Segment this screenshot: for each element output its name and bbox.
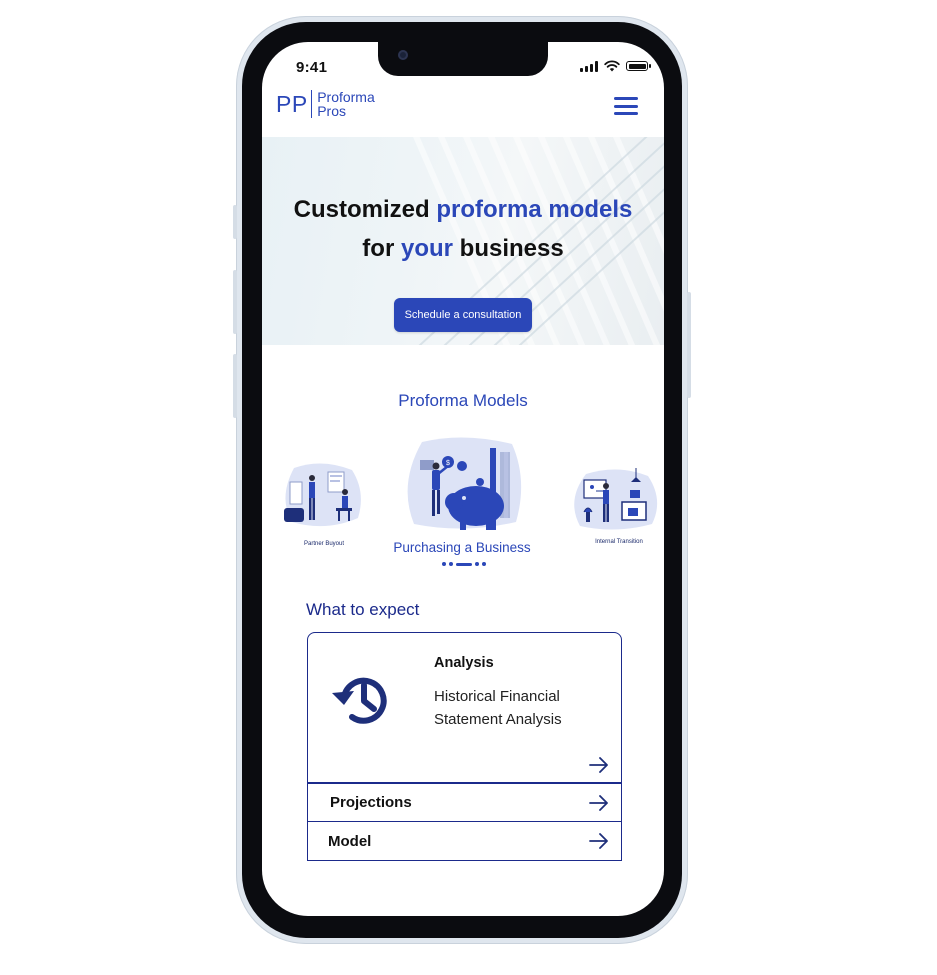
internal-transition-illustration[interactable]	[572, 466, 660, 532]
phone-volume-down	[233, 354, 237, 418]
hero-banner: Customized proforma models for your busi…	[262, 137, 664, 345]
arrow-right-icon[interactable]	[589, 757, 609, 773]
accordion-description: Historical Financial Statement Analysis	[434, 688, 562, 728]
carousel-dot-active[interactable]	[456, 562, 472, 566]
models-section-title: Proforma Models	[398, 391, 528, 410]
accordion-item-model[interactable]: Model	[307, 822, 622, 861]
expect-accordion: Analysis Historical Financial Statement …	[307, 632, 622, 861]
piggy-bank-illustration[interactable]: $	[404, 436, 526, 532]
accordion-item-projections[interactable]: Projections	[307, 783, 622, 822]
hero-title-accent2: your	[400, 235, 453, 262]
cellular-signal-icon	[580, 60, 598, 72]
hero-title-part1: Customized	[293, 196, 437, 223]
brand-name-line2: Pros	[317, 103, 346, 119]
hero-title-part2: for	[362, 235, 401, 262]
accordion-item-analysis[interactable]: Analysis Historical Financial Statement …	[307, 632, 622, 783]
carousel-dots[interactable]	[442, 562, 486, 566]
carousel-dot[interactable]	[475, 562, 479, 566]
carousel-dot[interactable]	[449, 562, 453, 566]
model-caption-partner-buyout: Partner Buyout	[303, 541, 345, 547]
partner-buyout-illustration[interactable]	[282, 462, 364, 530]
hero-title-part3: business	[452, 235, 564, 262]
accordion-item-label: Model	[328, 832, 372, 850]
brand-logo[interactable]: PP Proforma Pros	[276, 90, 375, 118]
brand-name-line1: Proforma	[317, 89, 375, 105]
status-time: 9:41	[296, 59, 328, 76]
hero-title-accent1: proforma models	[436, 196, 633, 223]
history-icon	[332, 677, 387, 724]
schedule-consultation-button[interactable]: Schedule a consultation	[394, 298, 532, 332]
brand-mark: PP	[276, 90, 308, 117]
wifi-icon	[604, 60, 620, 72]
accordion-heading: Analysis	[434, 655, 494, 671]
camera-notch	[378, 42, 548, 76]
status-icons	[580, 60, 651, 72]
model-caption-internal-transition: Internal Transition	[595, 539, 643, 545]
front-camera-icon	[398, 50, 408, 60]
expect-section-title: What to expect	[306, 600, 420, 619]
accordion-item-label: Projections	[330, 794, 412, 811]
phone-screen: 9:41 PP Proforma Pros Customized proform…	[262, 42, 664, 916]
brand-divider	[310, 90, 313, 118]
arrow-right-icon[interactable]	[589, 795, 609, 811]
arrow-right-icon[interactable]	[589, 833, 609, 849]
phone-volume-up	[233, 270, 237, 334]
phone-power-button	[687, 292, 691, 398]
carousel-dot[interactable]	[442, 562, 446, 566]
brand-name: Proforma Pros	[317, 90, 375, 118]
hero-title: Customized proforma models for your busi…	[262, 190, 664, 268]
carousel-dot[interactable]	[482, 562, 486, 566]
phone-mute-switch	[233, 205, 237, 239]
battery-icon	[626, 61, 651, 71]
model-caption-purchasing-business: Purchasing a Business	[393, 540, 531, 555]
hamburger-menu-icon[interactable]	[614, 97, 638, 115]
